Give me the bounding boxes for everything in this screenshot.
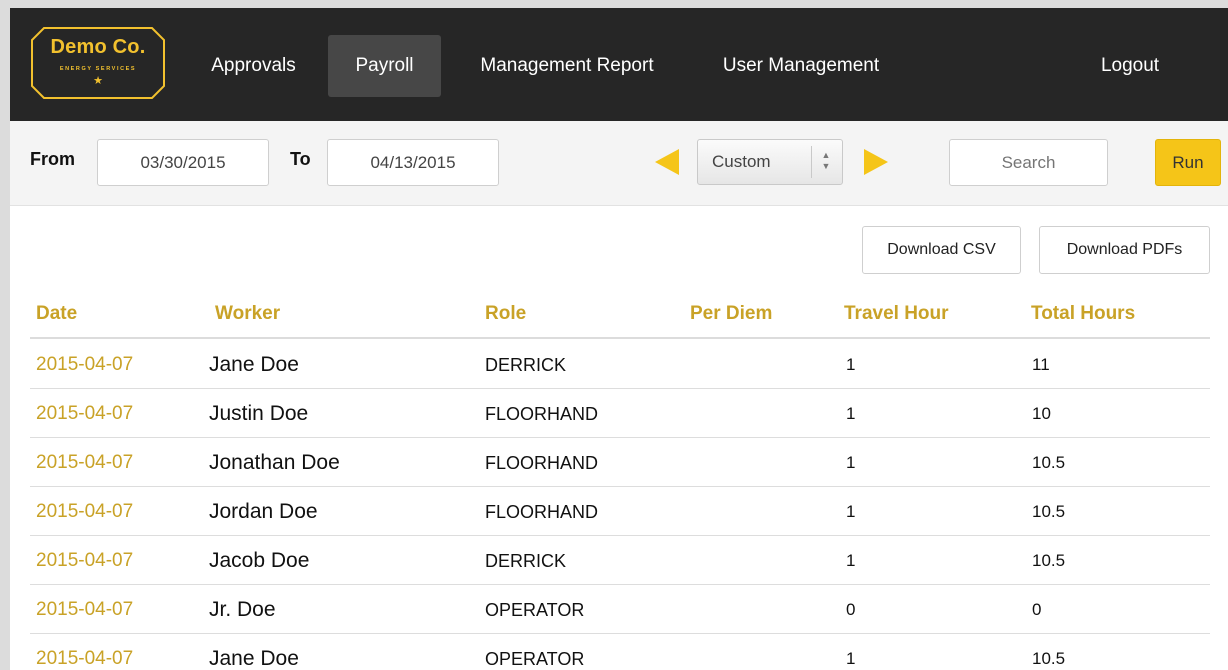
logo-star-icon: ★ xyxy=(93,75,103,87)
cell-role: OPERATOR xyxy=(485,649,585,669)
cell-travel-hour: 1 xyxy=(846,649,856,668)
cell-worker: Jane Doe xyxy=(209,353,299,376)
updown-chevron-icon: ▲ ▼ xyxy=(821,150,831,171)
column-header-date[interactable]: Date xyxy=(36,303,77,325)
cell-role: FLOORHAND xyxy=(485,404,599,424)
cell-role: DERRICK xyxy=(485,551,567,571)
cell-worker: Justin Doe xyxy=(209,402,309,425)
cell-date: 2015-04-07 xyxy=(36,599,134,620)
table-row[interactable]: 2015-04-07 Jonathan Doe FLOORHAND 1 10.5 xyxy=(30,437,1210,487)
table-row[interactable]: 2015-04-07 Justin Doe FLOORHAND 1 10 xyxy=(30,388,1210,438)
cell-date: 2015-04-07 xyxy=(36,550,134,571)
cell-travel-hour: 1 xyxy=(846,502,856,521)
table-row[interactable]: 2015-04-07 Jordan Doe FLOORHAND 1 10.5 xyxy=(30,486,1210,536)
app-window: Demo Co. ENERGY SERVICES ★ Approvals Pay… xyxy=(10,8,1228,670)
column-header-role[interactable]: Role xyxy=(485,303,526,325)
logout-link[interactable]: Logout xyxy=(1080,35,1180,97)
from-label: From xyxy=(30,149,75,169)
cell-travel-hour: 0 xyxy=(846,600,856,619)
prev-period-arrow-icon[interactable] xyxy=(653,148,681,176)
logo-title: Demo Co. xyxy=(50,36,146,58)
cell-worker: Jane Doe xyxy=(209,647,299,670)
download-pdfs-button[interactable]: Download PDFs xyxy=(1039,226,1210,274)
to-label: To xyxy=(290,149,311,169)
table-row[interactable]: 2015-04-07 Jane Doe OPERATOR 1 10.5 xyxy=(30,633,1210,670)
cell-total-hours: 10.5 xyxy=(1032,649,1066,668)
run-button[interactable]: Run xyxy=(1155,139,1221,186)
cell-role: OPERATOR xyxy=(485,600,585,620)
column-header-travel-hour[interactable]: Travel Hour xyxy=(844,303,949,325)
cell-total-hours: 10 xyxy=(1032,404,1051,423)
cell-role: DERRICK xyxy=(485,355,567,375)
next-period-arrow-icon[interactable] xyxy=(862,148,890,176)
cell-total-hours: 10.5 xyxy=(1032,502,1066,521)
from-date-input[interactable] xyxy=(97,139,269,186)
column-header-total-hours[interactable]: Total Hours xyxy=(1031,303,1135,325)
nav-payroll[interactable]: Payroll xyxy=(328,35,441,97)
nav-user-management[interactable]: User Management xyxy=(697,35,905,97)
column-header-per-diem[interactable]: Per Diem xyxy=(690,303,772,325)
cell-role: FLOORHAND xyxy=(485,502,599,522)
cell-travel-hour: 1 xyxy=(846,551,856,570)
cell-total-hours: 0 xyxy=(1032,600,1042,619)
nav-management-report[interactable]: Management Report xyxy=(453,35,681,97)
cell-total-hours: 10.5 xyxy=(1032,551,1066,570)
table-row[interactable]: 2015-04-07 Jr. Doe OPERATOR 0 0 xyxy=(30,584,1210,634)
cell-worker: Jordan Doe xyxy=(209,500,318,523)
column-header-worker[interactable]: Worker xyxy=(215,303,280,325)
range-select-value: Custom xyxy=(712,152,771,171)
cell-date: 2015-04-07 xyxy=(36,501,134,522)
cell-worker: Jr. Doe xyxy=(209,598,276,621)
cell-date: 2015-04-07 xyxy=(36,452,134,473)
cell-date: 2015-04-07 xyxy=(36,648,134,669)
download-csv-button[interactable]: Download CSV xyxy=(862,226,1021,274)
top-nav: Demo Co. ENERGY SERVICES ★ Approvals Pay… xyxy=(10,8,1228,121)
table-row[interactable]: 2015-04-07 Jacob Doe DERRICK 1 10.5 xyxy=(30,535,1210,585)
range-select[interactable]: Custom ▲ ▼ xyxy=(697,139,843,185)
logo-subtitle: ENERGY SERVICES xyxy=(59,66,137,72)
cell-travel-hour: 1 xyxy=(846,453,856,472)
cell-total-hours: 10.5 xyxy=(1032,453,1066,472)
cell-travel-hour: 1 xyxy=(846,355,856,374)
cell-role: FLOORHAND xyxy=(485,453,599,473)
cell-travel-hour: 1 xyxy=(846,404,856,423)
select-divider xyxy=(811,146,812,178)
cell-date: 2015-04-07 xyxy=(36,354,134,375)
cell-date: 2015-04-07 xyxy=(36,403,134,424)
cell-total-hours: 11 xyxy=(1032,355,1050,374)
nav-approvals[interactable]: Approvals xyxy=(191,35,316,97)
cell-worker: Jonathan Doe xyxy=(209,451,340,474)
search-input[interactable] xyxy=(949,139,1108,186)
table-row[interactable]: 2015-04-07 Jane Doe DERRICK 1 11 xyxy=(30,339,1210,389)
company-logo[interactable]: Demo Co. ENERGY SERVICES ★ xyxy=(30,26,166,100)
cell-worker: Jacob Doe xyxy=(209,549,310,572)
to-date-input[interactable] xyxy=(327,139,499,186)
